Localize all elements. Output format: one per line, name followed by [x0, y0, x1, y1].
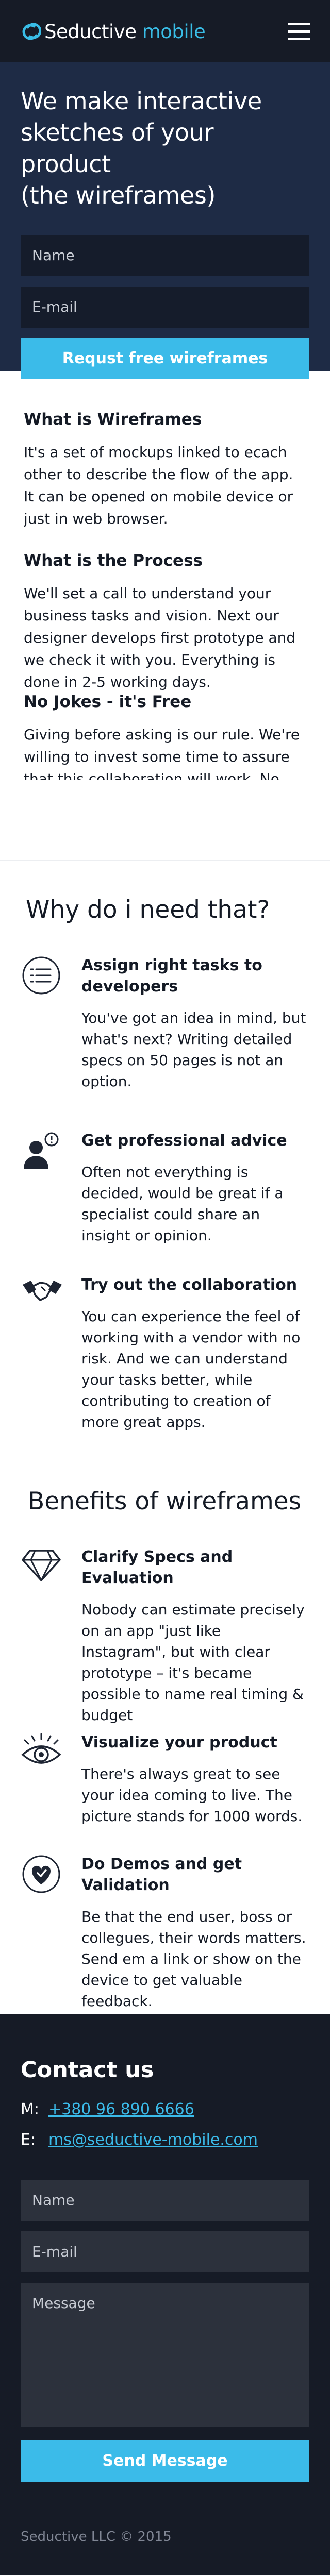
hero-section: We make interactive sketches of your pro…	[0, 62, 330, 379]
hero-name-input[interactable]: Name	[21, 235, 309, 276]
info-block: What is Wireframes It's a set of mockups…	[24, 410, 306, 551]
info-block: What is the Process We'll set a call to …	[24, 551, 306, 693]
logo[interactable]: Seductive mobile	[21, 21, 206, 43]
contact-email-input[interactable]: E-mail	[21, 2231, 309, 2272]
info-title: What is the Process	[24, 551, 203, 570]
logo-text: Seductive mobile	[44, 21, 206, 43]
copyright: Seductive LLC © 2015	[21, 2529, 172, 2545]
logo-icon	[22, 23, 41, 40]
info-title: What is Wireframes	[24, 410, 202, 429]
why-title: Why do i need that?	[26, 896, 270, 924]
benefit-item-title: Clarify Specs and Evaluation	[81, 1548, 233, 1587]
contact-message-textarea[interactable]: Message	[21, 2283, 309, 2427]
why-item-text: You can experience the feel of working w…	[81, 1308, 301, 1430]
send-message-button[interactable]: Send Message	[21, 2440, 309, 2482]
why-item-title: Try out the collaboration	[81, 1276, 298, 1294]
phone-label: M:	[21, 2100, 39, 2118]
info-title: No Jokes - it's Free	[24, 693, 192, 711]
contact-name-input[interactable]: Name	[21, 2180, 309, 2221]
benefits-section: Benefits of wireframes Clarify Specs and…	[0, 1453, 330, 2014]
benefit-item: Clarify Specs and Evaluation Nobody can …	[21, 1546, 309, 1732]
hamburger-icon[interactable]	[288, 23, 310, 40]
why-item: Assign right tasks to developers You've …	[21, 955, 309, 1130]
why-section: Why do i need that? Assign right tasks t…	[0, 861, 330, 1453]
benefit-item-title: Do Demos and get Validation	[81, 1855, 242, 1894]
info-block: No Jokes - it's Free Giving before askin…	[24, 693, 306, 780]
contact-section: Contact us M: +380 96 890 6666 E: ms@sed…	[0, 2014, 330, 2575]
why-item: Get professional advice Often not everyt…	[21, 1130, 309, 1274]
benefit-item-text: There's always great to see your idea co…	[81, 1765, 303, 1825]
handshake-icon	[23, 1281, 62, 1301]
why-item-text: Often not everything is decided, would b…	[81, 1164, 284, 1244]
heart-check-icon	[22, 1855, 60, 1893]
hero-email-input[interactable]: E-mail	[21, 287, 309, 328]
info-text: We'll set a call to understand your busi…	[24, 585, 296, 691]
benefit-item-text: Be that the end user, boss or collegues,…	[81, 1908, 306, 2010]
benefits-title: Benefits of wireframes	[28, 1487, 302, 1516]
eye-icon	[21, 1733, 61, 1764]
why-item: Try out the collaboration You can experi…	[21, 1274, 309, 1433]
info-section: What is Wireframes It's a set of mockups…	[0, 371, 330, 861]
info-text: It's a set of mockups linked to ecach ot…	[24, 444, 293, 527]
email-label: E:	[21, 2131, 36, 2149]
benefit-item: Visualize your product There's always gr…	[21, 1732, 309, 1854]
request-wireframes-button[interactable]: Requst free wireframes	[21, 338, 309, 379]
hero-title: We make interactive sketches of your pro…	[21, 87, 262, 209]
benefit-item-text: Nobody can estimate precisely on an app …	[81, 1601, 305, 1724]
phone-link[interactable]: +380 96 890 6666	[48, 2100, 194, 2118]
email-line: E: ms@seductive-mobile.com	[21, 2131, 309, 2149]
checklist-icon	[22, 956, 60, 995]
benefit-item-title: Visualize your product	[81, 1733, 277, 1752]
advisor-icon	[24, 1132, 59, 1169]
why-item-title: Get professional advice	[81, 1132, 287, 1150]
top-bar: Seductive mobile	[0, 0, 330, 62]
why-item-text: You've got an idea in mind, but what's n…	[81, 1009, 306, 1090]
email-link[interactable]: ms@seductive-mobile.com	[48, 2131, 258, 2149]
diamond-icon	[22, 1550, 61, 1581]
why-item-title: Assign right tasks to developers	[81, 956, 262, 996]
phone-line: M: +380 96 890 6666	[21, 2100, 309, 2118]
contact-title: Contact us	[21, 2057, 154, 2083]
info-text: Giving before asking is our rule. We're …	[24, 726, 300, 780]
benefit-item: Do Demos and get Validation Be that the …	[21, 1854, 309, 2012]
